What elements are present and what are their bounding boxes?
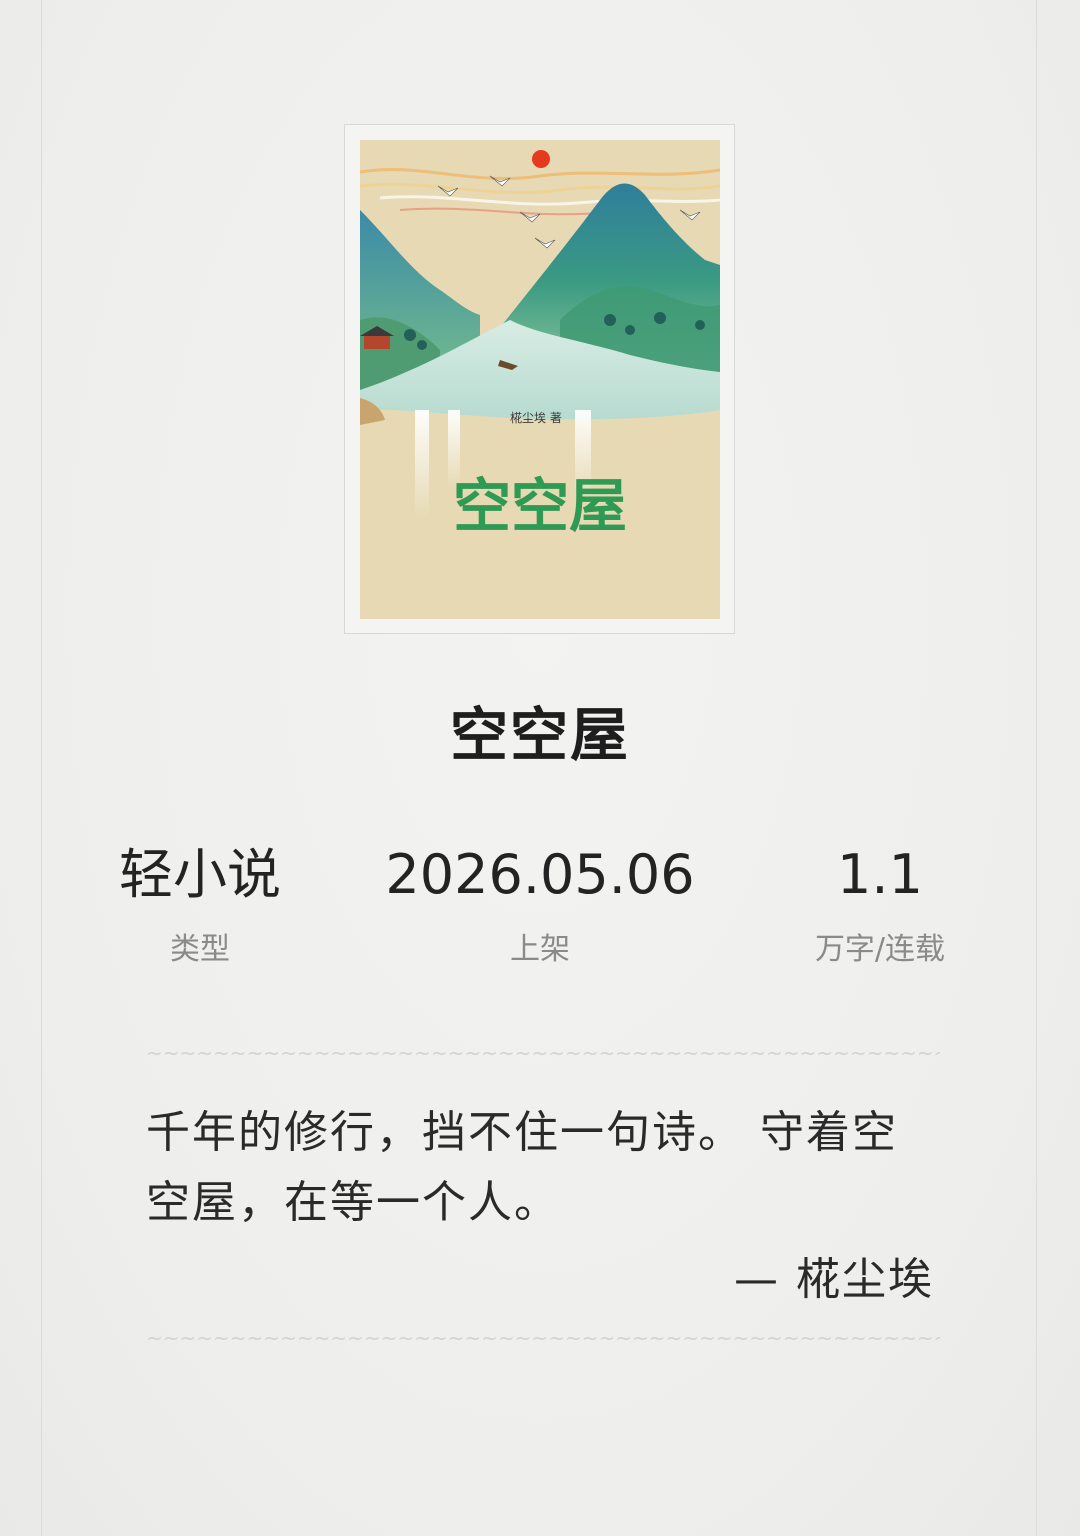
stat-label: 万字/连载 (814, 932, 946, 967)
book-blurb: 千年的修行，挡不住一句诗。 守着空空屋，在等一个人。 (146, 1107, 898, 1228)
stat-word-count: 1.1 万字/连载 (710, 842, 1050, 970)
wavy-divider-bottom: ~~~~~~~~~~~~~~~~~~~~~~~~~~~~~~~~~~~~~~~~… (146, 1333, 940, 1343)
svg-text:空空屋: 空空屋 (453, 472, 627, 540)
stat-label: 上架 (510, 932, 570, 967)
stat-value: 2026.05.06 (385, 843, 695, 906)
book-title: 空空屋 (449, 701, 630, 769)
stat-type: 轻小说 类型 (30, 842, 370, 970)
sun-icon (532, 150, 550, 168)
book-cover[interactable]: 椛尘埃 著 空空屋 (360, 140, 720, 619)
svg-text:椛尘埃 著: 椛尘埃 著 (510, 410, 562, 425)
stat-value: 1.1 (837, 843, 923, 906)
wavy-divider-top: ~~~~~~~~~~~~~~~~~~~~~~~~~~~~~~~~~~~~~~~~… (146, 1048, 940, 1058)
stat-label: 类型 (170, 932, 230, 967)
stat-value: 轻小说 (119, 843, 281, 906)
cover-illustration: 椛尘埃 著 空空屋 (360, 140, 720, 619)
stat-release-date: 2026.05.06 上架 (370, 842, 710, 970)
book-detail-page: 椛尘埃 著 空空屋 空空屋 轻小说 类型 2026.05.06 上架 1.1 万… (0, 0, 1080, 1536)
blurb-author: — 椛尘埃 (734, 1254, 934, 1305)
